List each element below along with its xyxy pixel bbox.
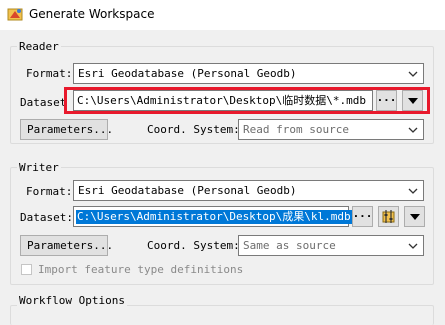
writer-dataset-value: C:\Users\Administrator\Desktop\成果\kl.mdb — [76, 210, 352, 224]
reader-dataset-label: Dataset — [20, 96, 67, 109]
import-definitions-label: Import feature type definitions — [38, 263, 244, 276]
settings-tool-icon — [382, 210, 395, 223]
title-bar[interactable]: Generate Workspace — [0, 0, 445, 30]
reader-group-label: Reader — [17, 40, 61, 53]
writer-parameters-button[interactable]: Parameters... — [20, 235, 113, 256]
writer-coord-value: Same as source — [243, 239, 336, 252]
reader-parameters-button[interactable]: Parameters... — [20, 119, 113, 140]
chevron-down-icon — [408, 243, 418, 249]
chevron-down-icon — [408, 127, 418, 133]
highlight-box — [64, 87, 430, 114]
chevron-down-icon — [408, 188, 418, 194]
reader-coord-select[interactable]: Read from source — [238, 119, 424, 140]
writer-coord-select[interactable]: Same as source — [238, 235, 424, 256]
reader-format-label: Format: — [26, 67, 73, 80]
writer-group-label: Writer — [17, 161, 61, 174]
writer-dataset-label: Dataset: — [20, 211, 73, 224]
import-definitions-checkbox[interactable] — [21, 264, 32, 275]
writer-format-value: Esri Geodatabase (Personal Geodb) — [78, 184, 297, 197]
reader-parameters-label: Parameters... — [27, 123, 114, 136]
triangle-down-icon — [409, 213, 420, 220]
writer-dataset-dropdown-button[interactable] — [404, 206, 425, 227]
writer-parameters-label: Parameters... — [27, 239, 114, 252]
writer-format-select[interactable]: Esri Geodatabase (Personal Geodb) — [73, 180, 424, 201]
writer-format-label: Format: — [26, 185, 73, 198]
reader-coord-value: Read from source — [243, 123, 349, 136]
ellipsis-icon: ··· — [352, 209, 373, 223]
writer-coord-label: Coord. System: — [147, 239, 240, 252]
reader-format-select[interactable]: Esri Geodatabase (Personal Geodb) — [73, 63, 424, 84]
chevron-down-icon — [408, 71, 418, 77]
writer-dataset-browse-button[interactable]: ··· — [352, 206, 373, 227]
reader-format-value: Esri Geodatabase (Personal Geodb) — [78, 67, 297, 80]
app-icon — [7, 8, 23, 21]
writer-dataset-tool-button[interactable] — [378, 206, 399, 227]
writer-dataset-input[interactable]: C:\Users\Administrator\Desktop\成果\kl.mdb — [73, 206, 352, 227]
window-title: Generate Workspace — [29, 7, 155, 21]
workflow-group — [10, 305, 434, 325]
reader-coord-label: Coord. System: — [147, 123, 240, 136]
workflow-group-label: Workflow Options — [17, 294, 127, 307]
